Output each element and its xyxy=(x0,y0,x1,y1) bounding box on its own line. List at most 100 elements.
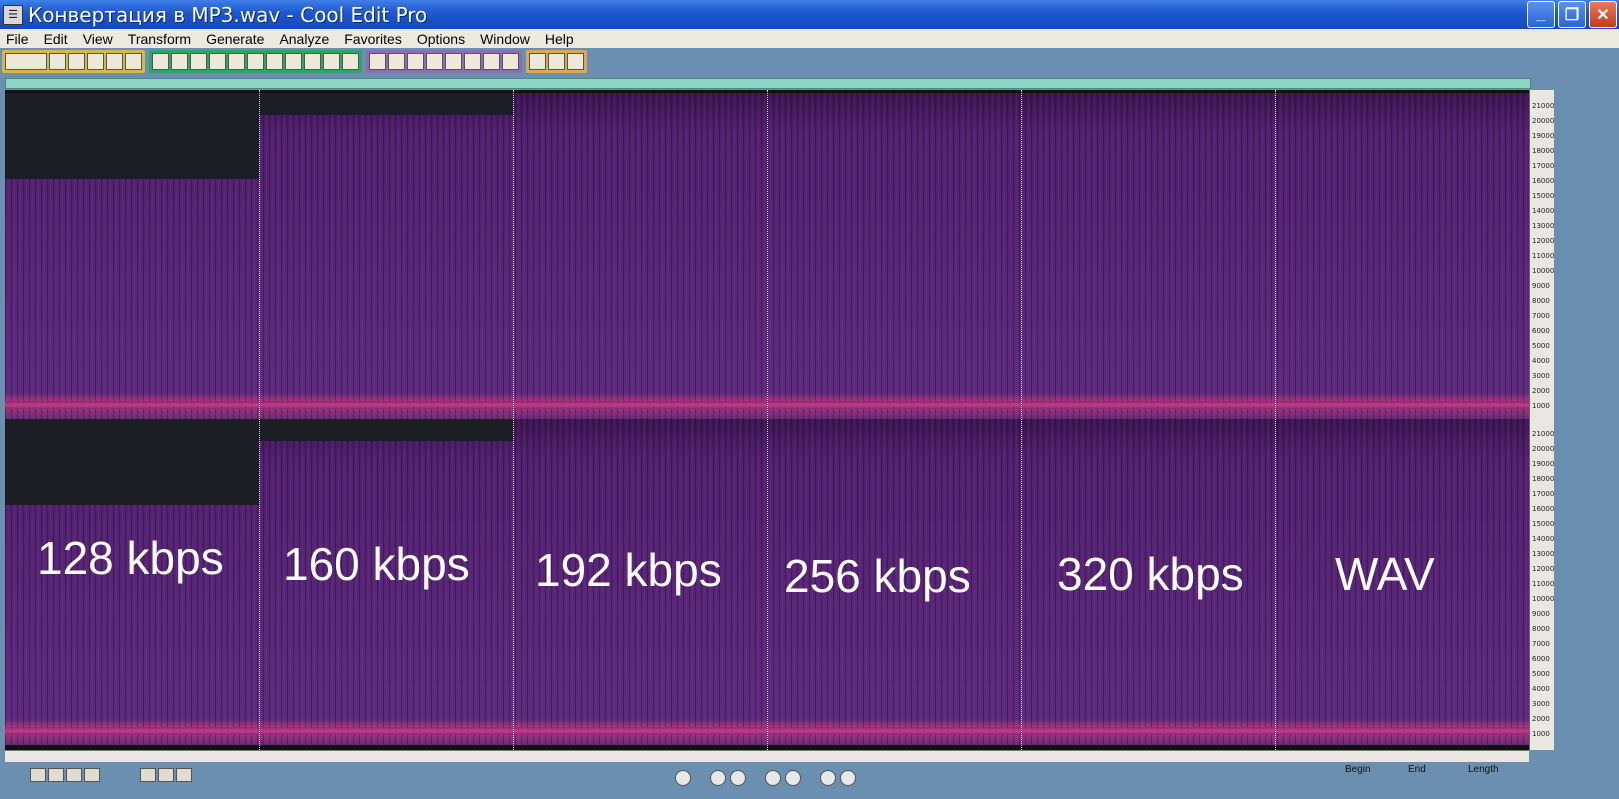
segment-divider xyxy=(767,90,768,750)
freq-tick: 18000 xyxy=(1532,475,1555,483)
help-icon[interactable] xyxy=(567,53,584,70)
menu-generate[interactable]: Generate xyxy=(200,31,273,47)
freq-tick: 11000 xyxy=(1532,580,1555,588)
freq-tick: 6000 xyxy=(1532,327,1550,335)
freq-tick: 5000 xyxy=(1532,670,1550,678)
close-button[interactable]: ✕ xyxy=(1589,1,1617,28)
freq-tick: 1000 xyxy=(1532,402,1550,410)
maximize-button[interactable]: ❐ xyxy=(1558,1,1586,28)
freq-tick: 5000 xyxy=(1532,342,1550,350)
paste-icon[interactable] xyxy=(266,53,283,70)
view-toolbar-group xyxy=(366,50,522,73)
freq-tick: 9000 xyxy=(1532,610,1550,618)
save-icon[interactable] xyxy=(87,53,104,70)
multitrack-icon[interactable] xyxy=(426,53,443,70)
zoom-full-icon[interactable] xyxy=(176,768,192,782)
freq-tick: 10000 xyxy=(1532,267,1555,275)
minimize-button[interactable]: _ xyxy=(1527,1,1555,28)
menu-analyze[interactable]: Analyze xyxy=(273,31,338,47)
freq-tick: 10000 xyxy=(1532,595,1555,603)
edit-toolbar-group xyxy=(149,50,362,73)
redo-icon[interactable] xyxy=(171,53,188,70)
play-icon[interactable] xyxy=(48,768,64,782)
trim-icon[interactable] xyxy=(323,53,340,70)
label-128-kbps: 128 kbps xyxy=(37,532,224,584)
pause-icon[interactable] xyxy=(66,768,82,782)
undo-icon[interactable] xyxy=(152,53,169,70)
toolbar xyxy=(0,48,1619,75)
freq-tick: 8000 xyxy=(1532,625,1550,633)
label-wav: WAV xyxy=(1335,548,1435,600)
menu-edit[interactable]: Edit xyxy=(38,31,77,47)
level-meter-icon xyxy=(820,770,836,786)
view-toggle-icon[interactable] xyxy=(5,53,47,70)
right-panel-strip xyxy=(1554,90,1619,750)
overview-bar[interactable] xyxy=(5,78,1531,89)
freq-tick: 4000 xyxy=(1532,357,1550,365)
freq-tick: 8000 xyxy=(1532,297,1550,305)
settings-icon[interactable] xyxy=(502,53,519,70)
label-160-kbps: 160 kbps xyxy=(283,538,470,590)
freq-tick: 19000 xyxy=(1532,460,1555,468)
segment-divider xyxy=(1275,90,1276,750)
properties-icon[interactable] xyxy=(483,53,500,70)
freq-tick: 11000 xyxy=(1532,252,1555,260)
copy-new-icon[interactable] xyxy=(228,53,245,70)
zoom-in-icon[interactable] xyxy=(140,768,156,782)
freq-tick: 13000 xyxy=(1532,550,1555,558)
menu-favorites[interactable]: Favorites xyxy=(338,31,411,47)
label-256-kbps: 256 kbps xyxy=(784,550,971,602)
freq-tick: 17000 xyxy=(1532,162,1555,170)
spectral-display[interactable]: 128 kbps 160 kbps 192 kbps 256 kbps 320 … xyxy=(5,90,1529,750)
mix-paste-icon[interactable] xyxy=(304,53,321,70)
repeat-icon[interactable] xyxy=(190,53,207,70)
menu-view[interactable]: View xyxy=(77,31,122,47)
loop-icon[interactable] xyxy=(84,768,100,782)
menu-transform[interactable]: Transform xyxy=(122,31,200,47)
cd-icon[interactable] xyxy=(445,53,462,70)
copy-icon[interactable] xyxy=(209,53,226,70)
open-file-icon[interactable] xyxy=(68,53,85,70)
freq-tick: 2000 xyxy=(1532,387,1550,395)
begin-label: Begin xyxy=(1345,764,1371,775)
frequency-ruler: 21000 20000 19000 18000 17000 16000 1500… xyxy=(1529,90,1555,750)
menu-window[interactable]: Window xyxy=(474,31,539,47)
freq-tick: 1000 xyxy=(1532,730,1550,738)
segment-divider xyxy=(1021,90,1022,750)
stop-icon[interactable] xyxy=(30,768,46,782)
level-meter-icon xyxy=(840,770,856,786)
segment-divider xyxy=(259,90,260,750)
app-menu-icon[interactable]: ☰ xyxy=(3,4,23,25)
freq-tick: 12000 xyxy=(1532,565,1555,573)
freq-tick: 16000 xyxy=(1532,177,1555,185)
menu-options[interactable]: Options xyxy=(411,31,474,47)
document-icon[interactable] xyxy=(464,53,481,70)
edit-favorites-icon[interactable] xyxy=(548,53,565,70)
zoom-out-icon[interactable] xyxy=(158,768,174,782)
mark-icon[interactable] xyxy=(342,53,359,70)
save-as-icon[interactable] xyxy=(106,53,123,70)
menu-help[interactable]: Help xyxy=(539,31,583,47)
freq-tick: 13000 xyxy=(1532,222,1555,230)
spectral-view-icon[interactable] xyxy=(369,53,386,70)
freq-tick: 12000 xyxy=(1532,237,1555,245)
freq-tick: 7000 xyxy=(1532,640,1550,648)
cut-icon[interactable] xyxy=(247,53,264,70)
paste-new-icon[interactable] xyxy=(285,53,302,70)
grid-view-icon[interactable] xyxy=(407,53,424,70)
waveform-view-icon[interactable] xyxy=(388,53,405,70)
cutoff-128 xyxy=(5,419,259,505)
title-bar: ☰ Конвертация в MP3.wav - Cool Edit Pro … xyxy=(0,0,1619,29)
freq-tick: 4000 xyxy=(1532,685,1550,693)
cutoff-128 xyxy=(5,93,259,179)
label-192-kbps: 192 kbps xyxy=(535,544,722,596)
menu-file[interactable]: File xyxy=(0,31,38,47)
close-file-icon[interactable] xyxy=(125,53,142,70)
freq-tick: 17000 xyxy=(1532,490,1555,498)
new-file-icon[interactable] xyxy=(49,53,66,70)
window-title: Конвертация в MP3.wav - Cool Edit Pro xyxy=(28,2,428,27)
freq-tick: 14000 xyxy=(1532,207,1555,215)
level-meter-icon xyxy=(785,770,801,786)
favorites-icon[interactable] xyxy=(529,53,546,70)
freq-tick: 6000 xyxy=(1532,655,1550,663)
